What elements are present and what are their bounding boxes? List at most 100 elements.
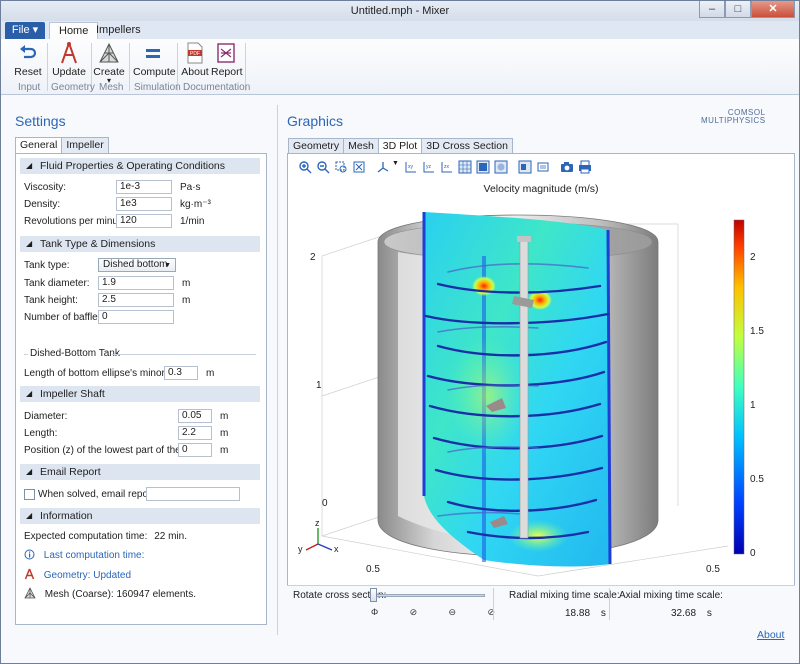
view-yz-icon[interactable]: yz (422, 160, 436, 174)
tab-general[interactable]: General (15, 137, 63, 153)
axis-orientation-icon[interactable] (376, 160, 390, 174)
about-button[interactable]: PDF About (181, 41, 209, 78)
reset-button[interactable]: Reset (11, 41, 45, 78)
tab-mesh[interactable]: Mesh (343, 138, 379, 153)
reset-view-icon[interactable] (536, 160, 550, 174)
rotate-slider-handle[interactable] (370, 588, 377, 602)
maximize-button[interactable]: □ (725, 1, 751, 18)
graphics-title: Graphics (287, 113, 344, 129)
chevron-down-icon[interactable]: ▼ (392, 160, 400, 174)
tick-0-icon: Φ (371, 607, 379, 617)
geometry-status-label: Geometry: Updated (43, 570, 132, 581)
collapse-triangle-icon: ◢ (26, 161, 33, 170)
create-mesh-button[interactable]: Create ▾ (93, 41, 125, 85)
axis-triad: z y x (298, 518, 339, 554)
scene-light-icon[interactable] (518, 160, 532, 174)
rotate-slider-track[interactable] (373, 594, 485, 597)
slice-edge-right (606, 229, 612, 565)
shaft-position-input[interactable]: 0 (178, 443, 212, 457)
about-link[interactable]: About (757, 629, 784, 641)
section-impeller-shaft[interactable]: ◢ Impeller Shaft (20, 386, 260, 402)
rpm-input[interactable]: 120 (116, 214, 172, 228)
baffles-input[interactable]: 0 (98, 310, 174, 324)
radial-mixing-unit: s (600, 608, 606, 619)
tab-geometry[interactable]: Geometry (288, 138, 345, 153)
report-icon (217, 43, 235, 63)
graphics-viewport[interactable]: ▼ xy yz zx Velocity magnitude (m/s) 2 1 … (287, 153, 795, 623)
wireframe-icon[interactable] (458, 160, 472, 174)
shaft-cap (517, 236, 531, 242)
tank-diameter-unit: m (182, 278, 191, 289)
shaft-length-label: Length: (24, 428, 58, 439)
tank-type-select[interactable]: Dished bottom ▼ (98, 258, 176, 272)
close-button[interactable]: ✕ (751, 1, 795, 18)
settings-tabs: General Impeller (15, 137, 109, 153)
tank-height-input[interactable]: 2.5 (98, 293, 174, 307)
colorbar-tick-1-5: 1.5 (750, 326, 764, 337)
reset-arrow-icon (20, 45, 37, 59)
group-label-simulation: Simulation (134, 82, 181, 93)
section-fluid-properties[interactable]: ◢ Fluid Properties & Operating Condition… (20, 158, 260, 174)
zoom-extents-icon[interactable] (352, 160, 366, 174)
settings-form: ◢ Fluid Properties & Operating Condition… (15, 153, 267, 625)
velocity-3d-plot[interactable]: Velocity magnitude (m/s) 2 1 0 0.5 0.5 z… (288, 176, 794, 588)
mesh-status-icon (24, 587, 36, 599)
shaft-length-input[interactable]: 2.2 (178, 426, 212, 440)
email-report-checkbox[interactable] (24, 489, 35, 500)
camera-icon[interactable] (560, 160, 574, 174)
section-email-report[interactable]: ◢ Email Report (20, 464, 260, 480)
collapse-triangle-icon: ◢ (26, 239, 33, 248)
geometry-status-icon (24, 568, 35, 580)
radial-mixing-label: Radial mixing time scale: (509, 590, 620, 601)
report-button[interactable]: Report (211, 41, 243, 78)
shaft-diameter-label: Diameter: (24, 411, 68, 422)
window-controls: – □ ✕ (699, 1, 795, 19)
x-tick-left: 0.5 (366, 564, 380, 575)
tab-impellers[interactable]: Impellers (87, 22, 150, 39)
divider (493, 588, 494, 620)
section-information[interactable]: ◢ Information (20, 508, 260, 524)
zoom-box-icon[interactable] (334, 160, 348, 174)
compute-button[interactable]: Compute (133, 41, 176, 78)
shaft-diameter-input[interactable]: 0.05 (178, 409, 212, 423)
tab-3d-plot[interactable]: 3D Plot (377, 138, 423, 153)
colorbar-tick-1: 1 (750, 400, 756, 411)
print-icon[interactable] (578, 160, 592, 174)
section-tank-type[interactable]: ◢ Tank Type & Dimensions (20, 236, 260, 252)
update-geometry-icon (61, 42, 77, 64)
ribbon-tab-row: File ▾ Home Impellers (1, 21, 799, 39)
view-zx-icon[interactable]: zx (440, 160, 454, 174)
tab-3d-cross-section[interactable]: 3D Cross Section (421, 138, 513, 153)
zoom-in-icon[interactable] (298, 160, 312, 174)
rpm-label: Revolutions per minute: (24, 216, 130, 227)
update-label: Update (52, 66, 86, 78)
view-xy-icon[interactable]: xy (404, 160, 418, 174)
tank-diameter-input[interactable]: 1.9 (98, 276, 174, 290)
zoom-out-icon[interactable] (316, 160, 330, 174)
colorbar (733, 219, 745, 555)
plot-title: Velocity magnitude (m/s) (484, 183, 599, 195)
email-input[interactable] (146, 487, 240, 501)
panel-divider[interactable] (277, 105, 278, 635)
tab-impeller[interactable]: Impeller (61, 137, 109, 153)
viscosity-unit: Pa·s (180, 182, 201, 193)
about-pdf-icon: PDF (187, 42, 203, 64)
minimize-button[interactable]: – (699, 1, 725, 18)
radial-mixing-value-row: 18.88 s (565, 608, 606, 619)
viscosity-input[interactable]: 1e-3 (116, 180, 172, 194)
transparency-icon[interactable] (494, 160, 508, 174)
file-menu-button[interactable]: File ▾ (5, 22, 45, 39)
group-label-geometry: Geometry (51, 82, 95, 93)
update-button[interactable]: Update (51, 41, 87, 78)
ellipse-minor-axis-input[interactable]: 0.3 (164, 366, 198, 380)
group-separator (47, 43, 48, 91)
colorbar-tick-0: 0 (750, 548, 756, 559)
divider (112, 354, 256, 355)
collapse-triangle-icon: ◢ (26, 389, 33, 398)
impeller-shaft (519, 239, 529, 539)
section-header-label: Tank Type & Dimensions (40, 238, 156, 250)
density-input[interactable]: 1e3 (116, 197, 172, 211)
colorbar-tick-0-5: 0.5 (750, 474, 764, 485)
render-icon[interactable] (476, 160, 490, 174)
settings-title: Settings (15, 113, 66, 129)
